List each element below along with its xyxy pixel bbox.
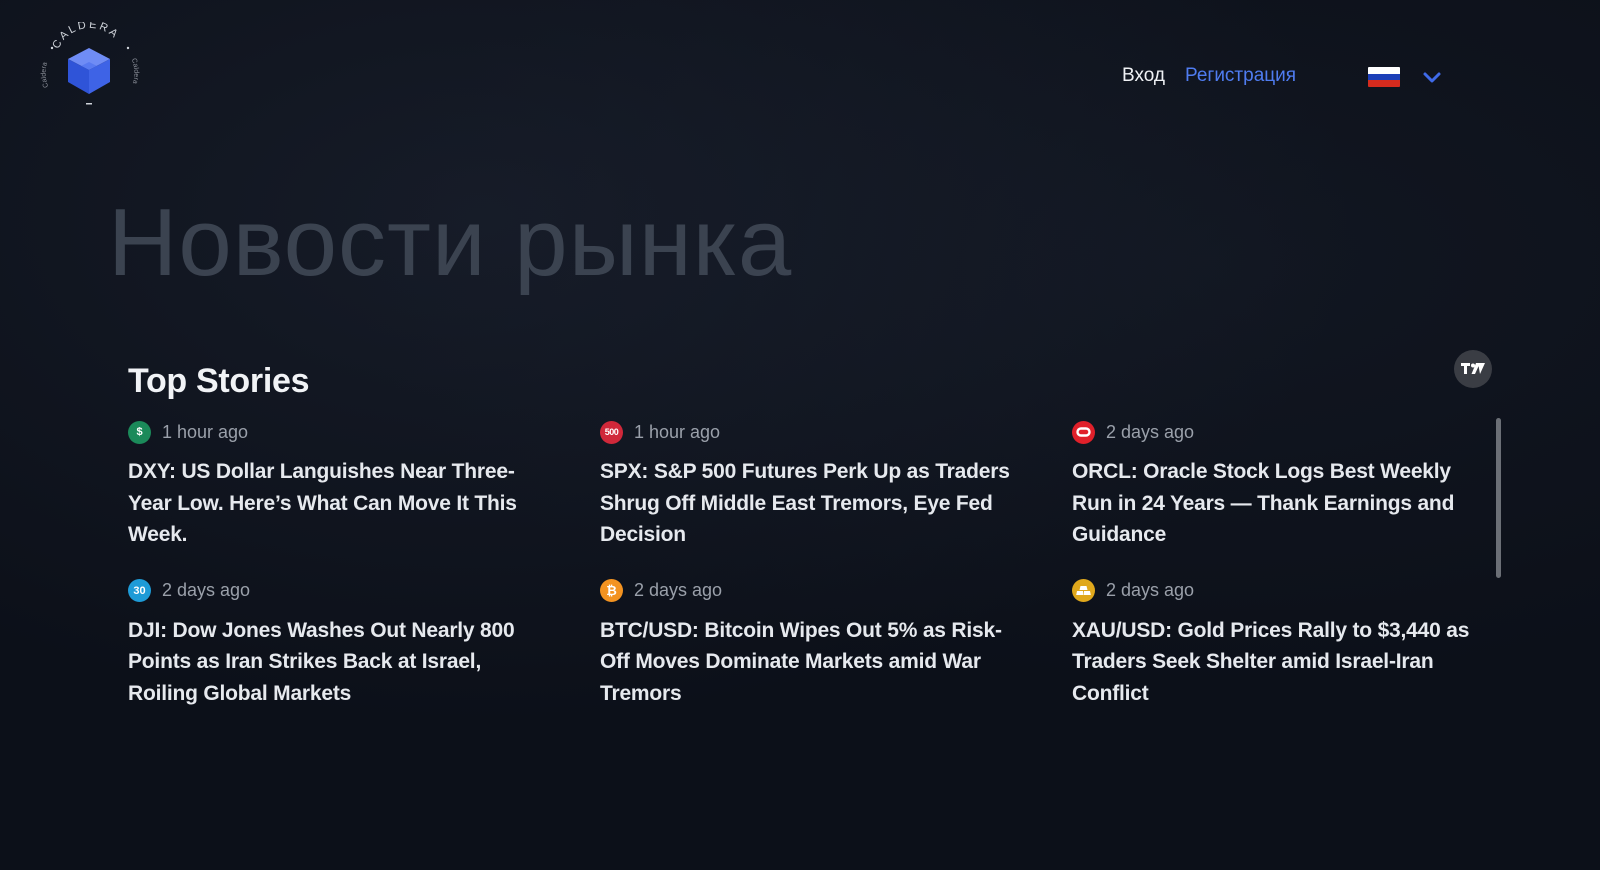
story-card[interactable]: 500 1 hour ago SPX: S&P 500 Futures Perk… [600, 420, 1072, 551]
chevron-down-icon [1423, 72, 1441, 83]
story-headline[interactable]: BTC/USD: Bitcoin Wipes Out 5% as Risk-Of… [600, 615, 1020, 710]
story-time: 2 days ago [634, 580, 723, 600]
stories-grid: $ 1 hour ago DXY: US Dollar Languishes N… [128, 420, 1488, 709]
gold-bars-icon [1072, 579, 1095, 602]
story-time: 1 hour ago [162, 421, 249, 442]
page-title: Новости рынка [108, 189, 793, 296]
story-time: 2 days ago [1106, 421, 1195, 442]
story-card[interactable]: 2 days ago ORCL: Oracle Stock Logs Best … [1072, 420, 1488, 551]
story-meta: $ 1 hour ago [128, 420, 600, 444]
story-time: 2 days ago [1106, 580, 1195, 600]
register-link[interactable]: Регистрация [1185, 65, 1296, 87]
flag-stripe-white [1368, 67, 1400, 74]
top-stories-title: Top Stories [128, 362, 310, 400]
stories-scrollbar[interactable] [1496, 418, 1501, 578]
logo-side-text-left: Caldera [41, 61, 51, 88]
caldera-logo[interactable]: CALDERA Caldera Caldera [40, 19, 140, 112]
bitcoin-icon: ₿ [600, 579, 623, 602]
oracle-icon [1072, 420, 1095, 444]
story-meta: ₿ 2 days ago [600, 579, 1072, 603]
login-link[interactable]: Вход [1122, 65, 1165, 87]
logo-text: CALDERA [50, 19, 119, 51]
story-meta: 500 1 hour ago [600, 420, 1072, 444]
dollar-icon: $ [128, 420, 151, 444]
svg-text:Caldera: Caldera [41, 61, 51, 88]
story-headline[interactable]: ORCL: Oracle Stock Logs Best Weekly Run … [1072, 456, 1492, 551]
auth-nav: Вход Регистрация [1122, 63, 1296, 89]
story-time: 1 hour ago [634, 421, 721, 442]
story-card[interactable]: ₿ 2 days ago BTC/USD: Bitcoin Wipes Out … [600, 579, 1072, 710]
story-headline[interactable]: SPX: S&P 500 Futures Perk Up as Traders … [600, 456, 1020, 551]
language-selector[interactable] [1368, 64, 1446, 90]
story-card[interactable]: 30 2 days ago DJI: Dow Jones Washes Out … [128, 579, 600, 710]
dow-30-icon: 30 [128, 579, 151, 602]
story-meta: 2 days ago [1072, 420, 1488, 444]
flag-stripe-blue [1368, 73, 1400, 81]
top-stories-widget: Top Stories $ 1 hour ago DXY: US Dollar … [128, 350, 1501, 730]
story-time: 2 days ago [162, 580, 251, 600]
story-headline[interactable]: DXY: US Dollar Languishes Near Three-Yea… [128, 456, 548, 551]
story-card[interactable]: $ 1 hour ago DXY: US Dollar Languishes N… [128, 420, 600, 551]
russia-flag-icon [1368, 67, 1400, 87]
story-headline[interactable]: XAU/USD: Gold Prices Rally to $3,440 as … [1072, 615, 1492, 710]
caldera-logo-icon: CALDERA Caldera Caldera [41, 19, 140, 105]
story-meta: 2 days ago [1072, 579, 1488, 603]
story-headline[interactable]: DJI: Dow Jones Washes Out Nearly 800 Poi… [128, 615, 548, 710]
tradingview-badge[interactable] [1454, 350, 1492, 388]
svg-text:CALDERA: CALDERA [50, 22, 121, 51]
logo-side-text-right: Caldera [130, 58, 140, 85]
story-meta: 30 2 days ago [128, 579, 600, 603]
tradingview-logo-icon [1461, 363, 1485, 374]
story-card[interactable]: 2 days ago XAU/USD: Gold Prices Rally to… [1072, 579, 1488, 710]
flag-stripe-red [1368, 80, 1400, 87]
svg-text:Caldera: Caldera [130, 58, 140, 85]
sp500-icon: 500 [600, 420, 623, 444]
